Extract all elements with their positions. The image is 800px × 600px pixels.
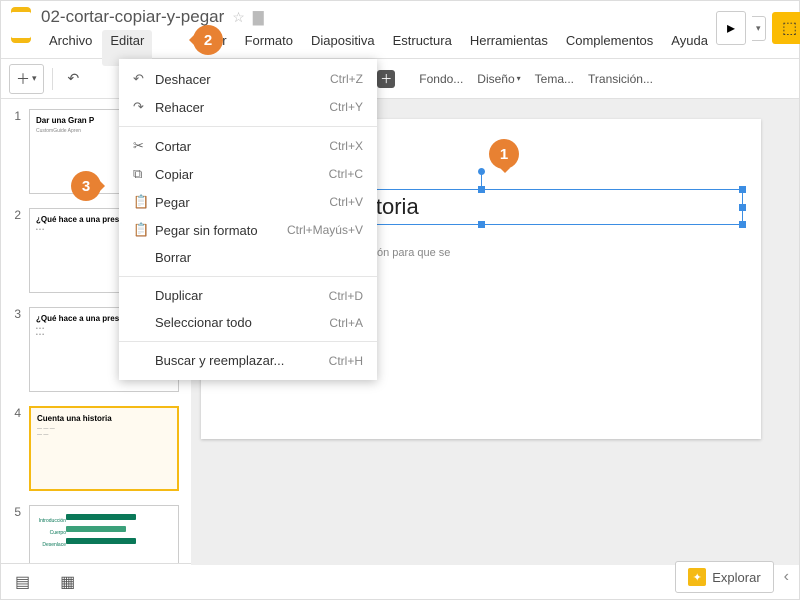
callout-2: 2 xyxy=(193,25,223,55)
dd-seleccionar[interactable]: Seleccionar todoCtrl+A xyxy=(119,309,377,336)
menu-archivo[interactable]: Archivo xyxy=(41,30,100,66)
tb-diseno[interactable]: Diseño ▾ xyxy=(477,72,520,86)
resize-handle[interactable] xyxy=(739,186,746,193)
thumb-num: 2 xyxy=(9,208,21,293)
thumb-num: 1 xyxy=(9,109,21,194)
grid-view-icon[interactable]: ▦ xyxy=(60,572,75,592)
chevron-left-icon[interactable]: ‹ xyxy=(784,568,789,586)
thumb-5[interactable]: Introducción Cuerpo Desenlace xyxy=(29,505,179,565)
present-dropdown[interactable]: ▾ xyxy=(752,16,766,41)
paste-icon: 📋 xyxy=(133,194,155,210)
rotate-handle[interactable] xyxy=(478,168,485,175)
callout-3: 3 xyxy=(71,171,101,201)
dd-borrar[interactable]: Borrar xyxy=(119,244,377,271)
edit-menu-dropdown: ↶DeshacerCtrl+Z ↷RehacerCtrl+Y ✂CortarCt… xyxy=(119,59,377,380)
dd-pegarsin[interactable]: 📋Pegar sin formatoCtrl+Mayús+V xyxy=(119,216,377,244)
add-box-button[interactable]: ＋ xyxy=(377,70,395,88)
tb-transicion[interactable]: Transición... xyxy=(588,72,653,86)
thumb-num: 4 xyxy=(9,406,21,491)
undo-icon: ↶ xyxy=(133,71,155,87)
thumb-num: 3 xyxy=(9,307,21,392)
folder-icon[interactable]: ▇ xyxy=(253,9,264,26)
copy-icon: ⧉ xyxy=(133,166,155,182)
view-footer: ▤ ▦ xyxy=(1,563,191,599)
redo-icon: ↷ xyxy=(133,99,155,115)
menu-complementos[interactable]: Complementos xyxy=(558,30,661,66)
slides-logo[interactable] xyxy=(11,7,31,43)
filmstrip-view-icon[interactable]: ▤ xyxy=(15,572,30,592)
star-icon[interactable]: ☆ xyxy=(232,9,245,26)
dd-rehacer[interactable]: ↷RehacerCtrl+Y xyxy=(119,93,377,121)
doc-title[interactable]: 02-cortar-copiar-y-pegar xyxy=(41,7,224,27)
tb-fondo[interactable]: Fondo... xyxy=(419,72,463,86)
dd-pegar[interactable]: 📋PegarCtrl+V xyxy=(119,188,377,216)
explore-label: Explorar xyxy=(712,570,760,585)
cut-icon: ✂ xyxy=(133,138,155,154)
menu-estructura[interactable]: Estructura xyxy=(385,30,460,66)
share-button[interactable]: ⬚ xyxy=(772,12,800,44)
paste-plain-icon: 📋 xyxy=(133,222,155,238)
callout-1: 1 xyxy=(489,139,519,169)
new-slide-button[interactable]: ＋ ▾ xyxy=(9,64,44,94)
resize-handle[interactable] xyxy=(478,186,485,193)
explore-button[interactable]: ✦ Explorar xyxy=(675,561,773,593)
resize-handle[interactable] xyxy=(478,221,485,228)
present-button[interactable]: ▸ xyxy=(716,11,746,45)
dd-cortar[interactable]: ✂CortarCtrl+X xyxy=(119,132,377,160)
menu-herramientas[interactable]: Herramientas xyxy=(462,30,556,66)
thumb-num: 5 xyxy=(9,505,21,565)
dd-buscar[interactable]: Buscar y reemplazar...Ctrl+H xyxy=(119,347,377,374)
dd-duplicar[interactable]: DuplicarCtrl+D xyxy=(119,282,377,309)
dd-copiar[interactable]: ⧉CopiarCtrl+C xyxy=(119,160,377,188)
explore-icon: ✦ xyxy=(688,568,706,586)
thumb-title: Cuenta una historia xyxy=(37,414,171,423)
dd-deshacer[interactable]: ↶DeshacerCtrl+Z xyxy=(119,65,377,93)
menu-ayuda[interactable]: Ayuda xyxy=(663,30,716,66)
thumb-4[interactable]: Cuenta una historia — — —— — xyxy=(29,406,179,491)
resize-handle[interactable] xyxy=(739,204,746,211)
undo-button[interactable]: ↶ xyxy=(61,65,87,92)
resize-handle[interactable] xyxy=(739,221,746,228)
tb-tema[interactable]: Tema... xyxy=(535,72,574,86)
